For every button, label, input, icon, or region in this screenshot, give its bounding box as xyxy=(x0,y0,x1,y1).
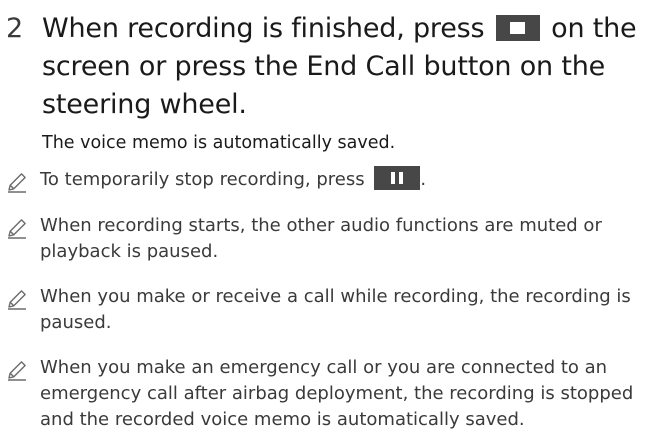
step-number: 2 xyxy=(6,13,24,44)
note-4: When you make an emergency call or you a… xyxy=(0,355,650,433)
step-text-part1: When recording is finished, press xyxy=(42,13,485,44)
pencil-icon xyxy=(8,173,26,193)
note-3-text: When you make or receive a call while re… xyxy=(40,286,631,333)
note-2: When recording starts, the other audio f… xyxy=(0,213,650,265)
note-3: When you make or receive a call while re… xyxy=(0,284,650,336)
stop-square-icon xyxy=(509,21,525,34)
step-text: When recording is finished, press on the… xyxy=(42,10,651,124)
note-1-text: To temporarily stop recording, press . xyxy=(40,166,650,193)
stop-button-icon xyxy=(495,14,540,41)
pause-button-icon xyxy=(374,166,421,190)
step-result: The voice memo is automatically saved. xyxy=(42,133,396,153)
note-1-part2: . xyxy=(420,169,427,190)
pencil-icon xyxy=(8,290,26,310)
step-2: 2 When recording is finished, press on t… xyxy=(6,10,651,124)
note-1-part1: To temporarily stop recording, press xyxy=(40,169,365,190)
pencil-icon xyxy=(8,361,26,381)
note-1: To temporarily stop recording, press . xyxy=(0,166,650,193)
note-2-text: When recording starts, the other audio f… xyxy=(40,215,602,262)
note-4-text: When you make an emergency call or you a… xyxy=(40,357,634,430)
pencil-icon xyxy=(8,219,26,239)
